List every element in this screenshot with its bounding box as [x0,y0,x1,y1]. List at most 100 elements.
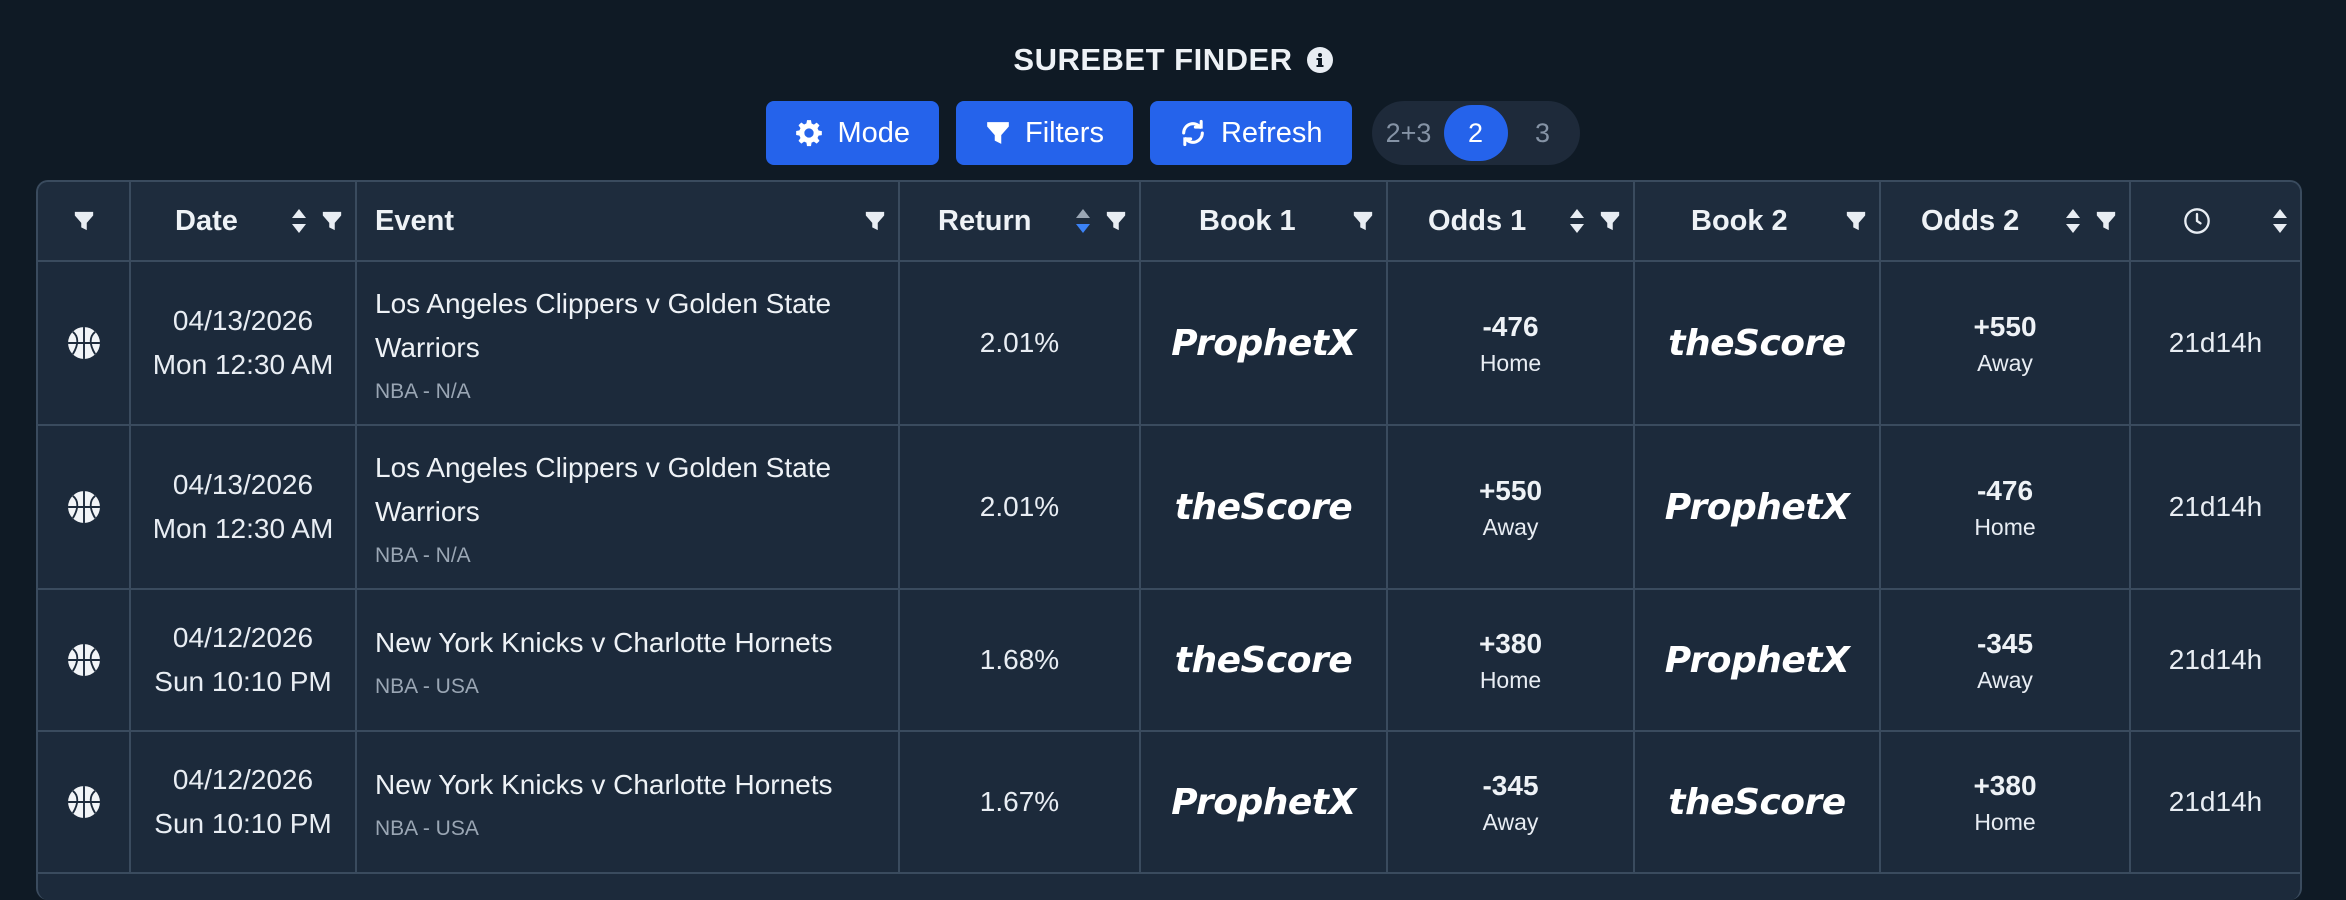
date-sort-icon[interactable] [291,207,307,235]
odds2-cell[interactable]: -345 Away [1880,589,2131,732]
book1-column-header[interactable]: Book 1 [1140,182,1388,262]
legs-option-3[interactable]: 3 [1512,105,1574,161]
odds1-side: Home [1479,350,1542,376]
event-filter-icon[interactable] [864,210,886,232]
basketball-icon [38,785,129,819]
time-left-value: 21d14h [2168,491,2263,522]
odds1-filter-icon[interactable] [1599,210,1621,232]
book2-logo[interactable]: theScore [1668,323,1846,364]
book1-logo[interactable]: theScore [1175,640,1353,681]
odds2-side: Home [1974,514,2036,540]
time-left-sort-icon[interactable] [2272,207,2288,235]
time-left-cell: 21d14h [2130,425,2300,590]
mode-button[interactable]: Mode [766,101,940,165]
date-column-header[interactable]: Date [130,182,357,262]
odds1-column-header[interactable]: Odds 1 [1387,182,1635,262]
event-date: 04/13/2026 [172,469,314,500]
event-time: Sun 10:10 PM [154,808,332,839]
gear-icon [795,119,823,147]
event-name[interactable]: Los Angeles Clippers v Golden State Warr… [375,446,880,534]
table-row[interactable]: 04/13/2026 Mon 12:30 AM Los Angeles Clip… [38,425,2300,590]
book1-cell[interactable]: ProphetX [1140,261,1388,426]
table-row[interactable]: 04/13/2026 Mon 12:30 AM Los Angeles Clip… [38,261,2300,426]
event-header-label: Event [375,204,454,237]
basketball-icon [38,643,129,677]
odds2-filter-icon[interactable] [2095,210,2117,232]
return-filter-icon[interactable] [1105,210,1127,232]
book2-logo[interactable]: ProphetX [1665,487,1850,528]
date-cell: 04/13/2026 Mon 12:30 AM [130,261,357,426]
odds2-value: -476 [1976,475,2034,506]
odds2-side: Away [1977,350,2033,376]
book1-cell[interactable]: theScore [1140,425,1388,590]
book2-cell[interactable]: ProphetX [1634,425,1881,590]
book2-logo[interactable]: theScore [1668,782,1846,823]
return-cell: 2.01% [899,261,1141,426]
info-icon[interactable] [1306,47,1333,73]
table-row[interactable]: 04/12/2026 Sun 10:10 PM New York Knicks … [38,589,2300,732]
event-name[interactable]: New York Knicks v Charlotte Hornets [375,763,880,807]
time-left-cell: 21d14h [2130,589,2300,732]
odds1-sort-icon[interactable] [1569,207,1585,235]
odds1-value: +380 [1478,628,1543,659]
book1-cell[interactable]: ProphetX [1140,731,1388,874]
odds2-column-header[interactable]: Odds 2 [1880,182,2131,262]
sport-cell [38,425,131,590]
date-cell: 04/13/2026 Mon 12:30 AM [130,425,357,590]
odds2-value: +380 [1973,770,2037,801]
odds1-cell[interactable]: -476 Home [1387,261,1635,426]
odds1-cell[interactable]: +380 Home [1387,589,1635,732]
odds2-sort-icon[interactable] [2065,207,2081,235]
mode-label: Mode [837,116,911,149]
return-column-header[interactable]: Return [899,182,1141,262]
odds2-header-label: Odds 2 [1921,204,2020,237]
return-sort-icon[interactable] [1075,207,1091,235]
sport-cell [38,731,131,874]
time-left-column-header[interactable] [2130,182,2300,262]
book1-cell[interactable]: theScore [1140,589,1388,732]
book2-filter-icon[interactable] [1845,210,1867,232]
book2-cell[interactable]: ProphetX [1634,589,1881,732]
event-time: Mon 12:30 AM [152,513,334,544]
book2-logo[interactable]: ProphetX [1665,640,1850,681]
book1-filter-icon[interactable] [1352,210,1374,232]
book2-cell[interactable]: theScore [1634,261,1881,426]
odds2-cell[interactable]: -476 Home [1880,425,2131,590]
book1-logo[interactable]: ProphetX [1171,782,1356,823]
odds2-cell[interactable]: +380 Home [1880,731,2131,874]
odds1-value: -345 [1482,770,1539,801]
return-value: 1.67% [979,786,1060,817]
basketball-icon [38,326,129,360]
date-cell: 04/12/2026 Sun 10:10 PM [130,731,357,874]
refresh-button[interactable]: Refresh [1149,101,1352,165]
book2-cell[interactable]: theScore [1634,731,1881,874]
event-date: 04/13/2026 [172,305,314,336]
odds2-value: -345 [1976,628,2034,659]
legs-option-2plus3[interactable]: 2+3 [1378,105,1440,161]
event-name[interactable]: Los Angeles Clippers v Golden State Warr… [375,282,880,370]
event-column-header[interactable]: Event [356,182,900,262]
time-left-value: 21d14h [2168,786,2263,817]
event-name[interactable]: New York Knicks v Charlotte Hornets [375,621,880,665]
table-row[interactable]: 04/12/2026 Sun 10:10 PM New York Knicks … [38,731,2300,874]
date-filter-icon[interactable] [321,210,343,232]
book2-column-header[interactable]: Book 2 [1634,182,1881,262]
event-time: Sun 10:10 PM [154,666,332,697]
sport-filter-icon[interactable] [73,210,95,232]
filters-button[interactable]: Filters [956,101,1133,165]
book1-logo[interactable]: ProphetX [1171,323,1356,364]
odds2-cell[interactable]: +550 Away [1880,261,2131,426]
event-cell: New York Knicks v Charlotte Hornets NBA … [356,589,900,732]
event-league: NBA - USA [375,817,479,840]
odds1-cell[interactable]: +550 Away [1387,425,1635,590]
odds1-side: Home [1479,667,1542,693]
legs-option-2[interactable]: 2 [1443,105,1508,161]
time-left-value: 21d14h [2168,644,2263,675]
odds1-cell[interactable]: -345 Away [1387,731,1635,874]
sport-column-header [38,182,131,262]
funnel-icon [985,120,1011,146]
event-league: NBA - USA [375,675,479,698]
toolbar: Mode Filters Refresh 2+3 2 3 [0,100,2346,166]
odds1-value: -476 [1482,311,1539,342]
book1-logo[interactable]: theScore [1175,487,1353,528]
